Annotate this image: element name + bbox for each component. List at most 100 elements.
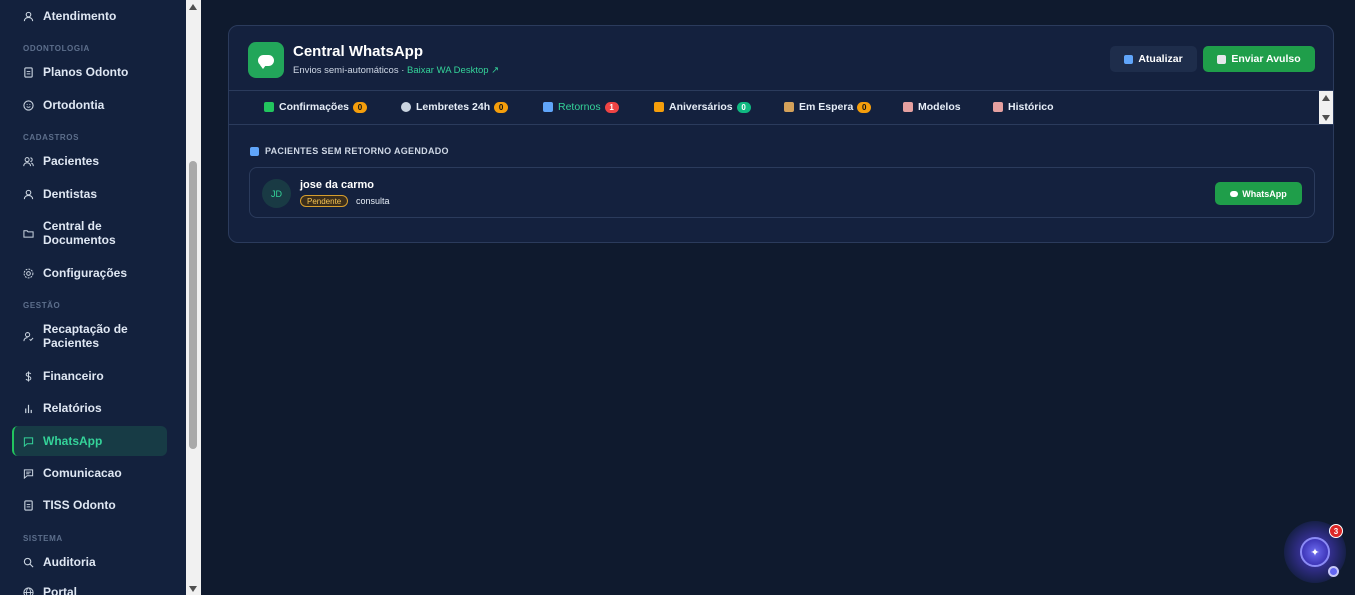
whatsapp-send-button[interactable]: WhatsApp (1215, 182, 1302, 205)
sidebar-item-portal[interactable]: Portal (12, 585, 167, 595)
sparkle-icon: ✦ (1300, 537, 1330, 567)
tab-confirmacoes[interactable]: Confirmações 0 (264, 101, 368, 113)
whatsapp-central-card: Central WhatsApp Envios semi-automáticos… (228, 25, 1334, 243)
tab-count-badge: 0 (857, 101, 872, 113)
tab-label: Aniversários (669, 101, 733, 113)
sidebar-item-label: Planos Odonto (43, 65, 129, 79)
send-single-button[interactable]: Enviar Avulso (1203, 46, 1315, 72)
sidebar-item-pacientes[interactable]: Pacientes (12, 154, 167, 168)
globe-icon (23, 586, 34, 595)
sidebar-item-financeiro[interactable]: Financeiro (12, 369, 167, 383)
refresh-button-label: Atualizar (1138, 53, 1183, 65)
document-icon (903, 102, 913, 112)
refresh-button[interactable]: Atualizar (1110, 46, 1197, 72)
user-icon (23, 189, 34, 200)
tab-count-badge: 0 (736, 101, 751, 113)
cake-icon (654, 102, 664, 112)
notification-badge: 3 (1329, 524, 1343, 538)
subtitle-text: Envios semi-automáticos · (293, 65, 408, 76)
sidebar-item-label: Financeiro (43, 369, 104, 383)
sidebar-scrollbar[interactable] (186, 0, 201, 595)
sidebar-item-label: WhatsApp (43, 434, 103, 448)
scroll-down-arrow[interactable] (1322, 115, 1330, 121)
appointment-type: consulta (356, 196, 390, 206)
sidebar-item-relatorios[interactable]: Relatórios (12, 401, 167, 415)
tab-em-espera[interactable]: Em Espera 0 (784, 101, 872, 113)
tab-label: Confirmações (279, 101, 350, 113)
smile-icon (23, 99, 34, 111)
whatsapp-logo-icon (248, 42, 284, 78)
sidebar-item-configuracoes[interactable]: Configurações (12, 266, 167, 280)
user-icon (23, 11, 34, 22)
folder-icon (23, 228, 34, 239)
dollar-icon (23, 370, 34, 382)
sidebar-item-central-de-documentos[interactable]: Central de Documentos (12, 219, 167, 247)
chat-bubble-icon (1230, 190, 1239, 197)
sidebar-item-whatsapp[interactable]: WhatsApp (12, 426, 167, 456)
bar-chart-icon (23, 403, 34, 414)
tab-modelos[interactable]: Modelos (903, 101, 961, 113)
tab-label: Modelos (918, 101, 961, 113)
clipboard-icon (993, 102, 1003, 112)
sidebar-item-ortodontia[interactable]: Ortodontia (12, 98, 167, 112)
sidebar-item-tiss-odonto[interactable]: TISS Odonto (12, 498, 167, 512)
sidebar-item-label: Ortodontia (43, 98, 105, 112)
patient-name: jose da carmo (300, 179, 374, 191)
sidebar-item-label: Auditoria (43, 555, 96, 569)
section-label-cadastros: CADASTROS (23, 133, 80, 142)
file-icon (23, 499, 34, 511)
section-heading-text: PACIENTES SEM RETORNO AGENDADO (265, 146, 449, 156)
section-label-gestao: GESTÃO (23, 301, 61, 310)
scroll-thumb[interactable] (189, 161, 197, 449)
tabs-scrollbar[interactable] (1319, 91, 1333, 124)
scroll-down-arrow[interactable] (189, 586, 197, 592)
refresh-icon (1124, 54, 1134, 64)
sidebar-item-label: Dentistas (43, 187, 98, 201)
tab-label: Histórico (1008, 101, 1054, 113)
section-label-odontologia: ODONTOLOGIA (23, 44, 90, 53)
sidebar-item-planos-odonto[interactable]: Planos Odonto (12, 65, 167, 79)
tab-count-badge: 1 (604, 101, 619, 113)
chat-icon (23, 468, 34, 479)
user-check-icon (23, 331, 34, 342)
whatsapp-button-label: WhatsApp (1242, 188, 1287, 199)
sidebar-item-label: Comunicacao (43, 466, 122, 480)
sidebar-item-recaptacao[interactable]: Recaptação de Pacientes (12, 322, 167, 350)
users-icon (23, 156, 34, 167)
hourglass-icon (784, 102, 794, 112)
refresh-icon (250, 146, 259, 156)
sidebar-item-comunicacao[interactable]: Comunicacao (12, 466, 167, 480)
sidebar-item-label: Atendimento (43, 9, 117, 23)
sidebar-item-auditoria[interactable]: Auditoria (12, 555, 167, 569)
tab-aniversarios[interactable]: Aniversários 0 (654, 101, 751, 113)
tab-count-badge: 0 (353, 101, 368, 113)
scroll-up-arrow[interactable] (1322, 95, 1330, 101)
file-icon (23, 66, 34, 78)
tab-lembretes-24h[interactable]: Lembretes 24h 0 (401, 101, 509, 113)
search-icon (23, 557, 34, 568)
sidebar-item-label: Relatórios (43, 401, 102, 415)
envelope-icon (1217, 54, 1227, 64)
sidebar-item-label: Configurações (43, 266, 128, 280)
refresh-icon (543, 102, 553, 112)
gear-icon (23, 268, 34, 279)
scroll-up-arrow[interactable] (189, 4, 197, 10)
tab-label: Retornos (558, 101, 601, 113)
clock-icon (401, 102, 411, 112)
send-button-label: Enviar Avulso (1231, 53, 1301, 65)
section-label-sistema: SISTEMA (23, 534, 63, 543)
sidebar-item-atendimento[interactable]: Atendimento (12, 9, 167, 23)
tab-count-badge: 0 (494, 101, 509, 113)
tab-retornos[interactable]: Retornos 1 (543, 101, 619, 113)
section-heading: PACIENTES SEM RETORNO AGENDADO (250, 146, 449, 156)
download-wa-desktop-link[interactable]: Baixar WA Desktop ↗ (407, 65, 499, 76)
sidebar-item-label: Recaptação de Pacientes (43, 322, 128, 350)
list-item: JD jose da carmo Pendente consulta Whats… (249, 167, 1315, 218)
status-indicator (1328, 566, 1339, 577)
sidebar-item-label: TISS Odonto (43, 498, 116, 512)
tab-historico[interactable]: Histórico (993, 101, 1054, 113)
message-icon (23, 436, 34, 447)
sidebar: Atendimento ODONTOLOGIA Planos Odonto Or… (0, 0, 186, 595)
check-icon (264, 102, 274, 112)
sidebar-item-dentistas[interactable]: Dentistas (12, 187, 167, 201)
